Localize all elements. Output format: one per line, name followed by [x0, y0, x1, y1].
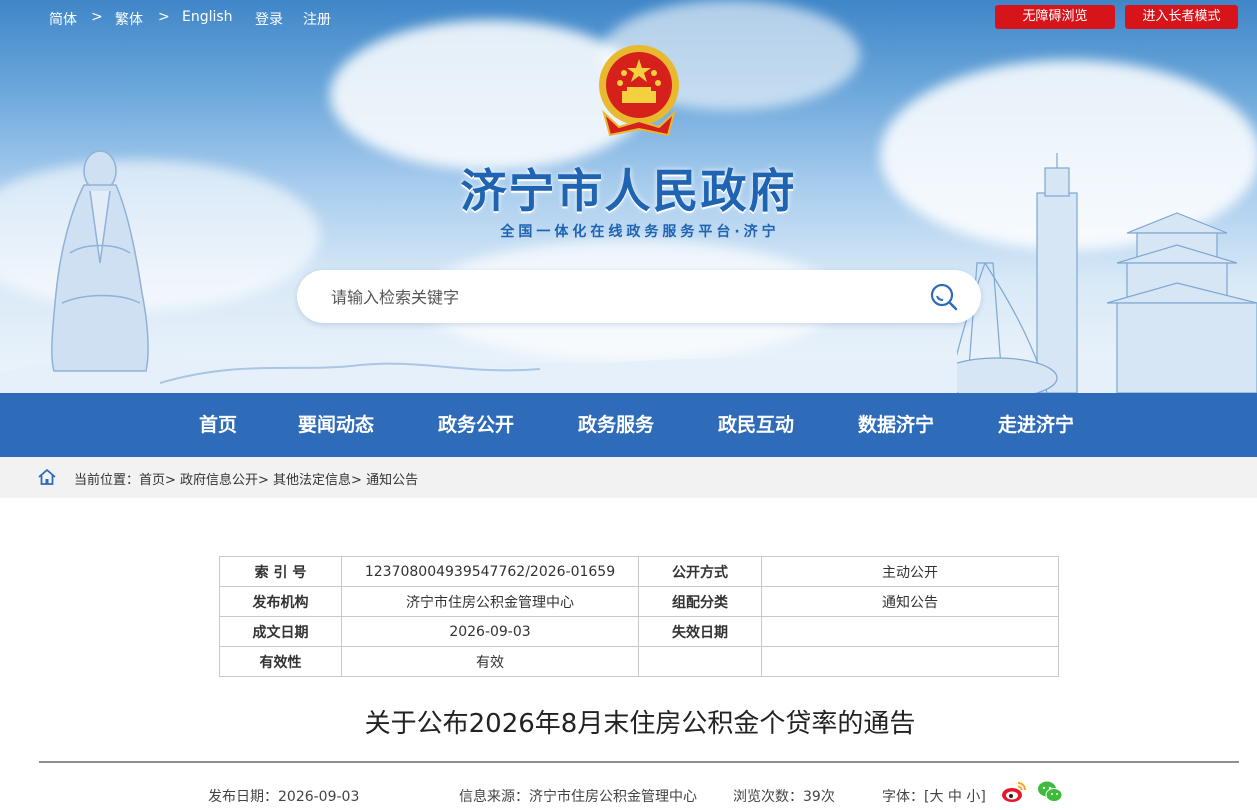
- table-value: [761, 646, 1059, 677]
- table-row: 索 引 号 123708004939547762/2026-01659 公开方式…: [219, 556, 1059, 587]
- national-emblem: [599, 45, 679, 137]
- main-nav: 首页 要闻动态 政务公开 政务服务 政民互动 数据济宁 走进济宁: [0, 393, 1257, 457]
- table-value: 123708004939547762/2026-01659: [341, 556, 639, 587]
- login-link[interactable]: 登录: [255, 9, 283, 29]
- nav-item-home[interactable]: 首页: [199, 393, 237, 457]
- table-row: 成文日期 2026-09-03 失效日期: [219, 616, 1059, 647]
- wechat-icon[interactable]: [1037, 780, 1063, 804]
- divider: [39, 761, 1239, 763]
- info-source: 信息来源：济宁市住房公积金管理中心: [459, 789, 697, 805]
- table-key: [638, 646, 762, 677]
- search-input[interactable]: [331, 282, 891, 312]
- lang-english-link[interactable]: English: [182, 9, 233, 25]
- publish-date: 发布日期：2026-09-03: [208, 789, 360, 805]
- lang-traditional-link[interactable]: 繁体: [115, 9, 143, 29]
- table-value: [761, 616, 1059, 647]
- nav-item-data[interactable]: 数据济宁: [858, 393, 934, 457]
- nav-item-interaction[interactable]: 政民互动: [718, 393, 794, 457]
- register-link[interactable]: 注册: [303, 9, 331, 29]
- lang-separator: >: [158, 9, 170, 25]
- font-size-control[interactable]: 字体：[大 中 小]: [882, 786, 986, 806]
- elder-mode-button[interactable]: 进入长者模式: [1125, 5, 1238, 29]
- header-banner: 简体 > 繁体 > English 登录 注册 无障碍浏览 进入长者模式 济宁市…: [0, 0, 1257, 393]
- nav-item-news[interactable]: 要闻动态: [298, 393, 374, 457]
- site-subtitle: 全国一体化在线政务服务平台·济宁: [500, 224, 780, 240]
- weibo-icon[interactable]: [1001, 780, 1027, 804]
- breadcrumb: 当前位置：首页> 政府信息公开> 其他法定信息> 通知公告: [0, 457, 1257, 498]
- table-row: 有效性 有效: [219, 646, 1059, 677]
- nav-item-gov-service[interactable]: 政务服务: [578, 393, 654, 457]
- table-value: 济宁市住房公积金管理中心: [341, 586, 639, 617]
- top-bar: 简体 > 繁体 > English 登录 注册 无障碍浏览 进入长者模式: [0, 0, 1257, 34]
- table-key: 组配分类: [638, 586, 762, 617]
- accessible-browse-button[interactable]: 无障碍浏览: [995, 5, 1115, 29]
- article-title: 关于公布2026年8月末住房公积金个贷率的通告: [364, 709, 916, 739]
- home-icon[interactable]: [37, 467, 57, 487]
- table-value: 2026-09-03: [341, 616, 639, 647]
- search-icon[interactable]: [929, 282, 959, 312]
- table-key: 索 引 号: [219, 556, 342, 587]
- search-box: [297, 270, 981, 323]
- view-count: 浏览次数：39次: [733, 789, 835, 805]
- table-row: 发布机构 济宁市住房公积金管理中心 组配分类 通知公告: [219, 586, 1059, 617]
- breadcrumb-path[interactable]: 当前位置：首页> 政府信息公开> 其他法定信息> 通知公告: [74, 469, 418, 488]
- site-title: 济宁市人民政府: [460, 164, 797, 218]
- nav-item-gov-open[interactable]: 政务公开: [438, 393, 514, 457]
- table-value: 有效: [341, 646, 639, 677]
- lang-separator: >: [91, 9, 103, 25]
- lang-simplified-link[interactable]: 简体: [49, 9, 77, 29]
- info-table: 索 引 号 123708004939547762/2026-01659 公开方式…: [219, 556, 1059, 677]
- table-key: 公开方式: [638, 556, 762, 587]
- table-key: 发布机构: [219, 586, 342, 617]
- nav-item-about[interactable]: 走进济宁: [998, 393, 1074, 457]
- table-key: 失效日期: [638, 616, 762, 647]
- table-key: 有效性: [219, 646, 342, 677]
- table-value: 主动公开: [761, 556, 1059, 587]
- table-value: 通知公告: [761, 586, 1059, 617]
- table-key: 成文日期: [219, 616, 342, 647]
